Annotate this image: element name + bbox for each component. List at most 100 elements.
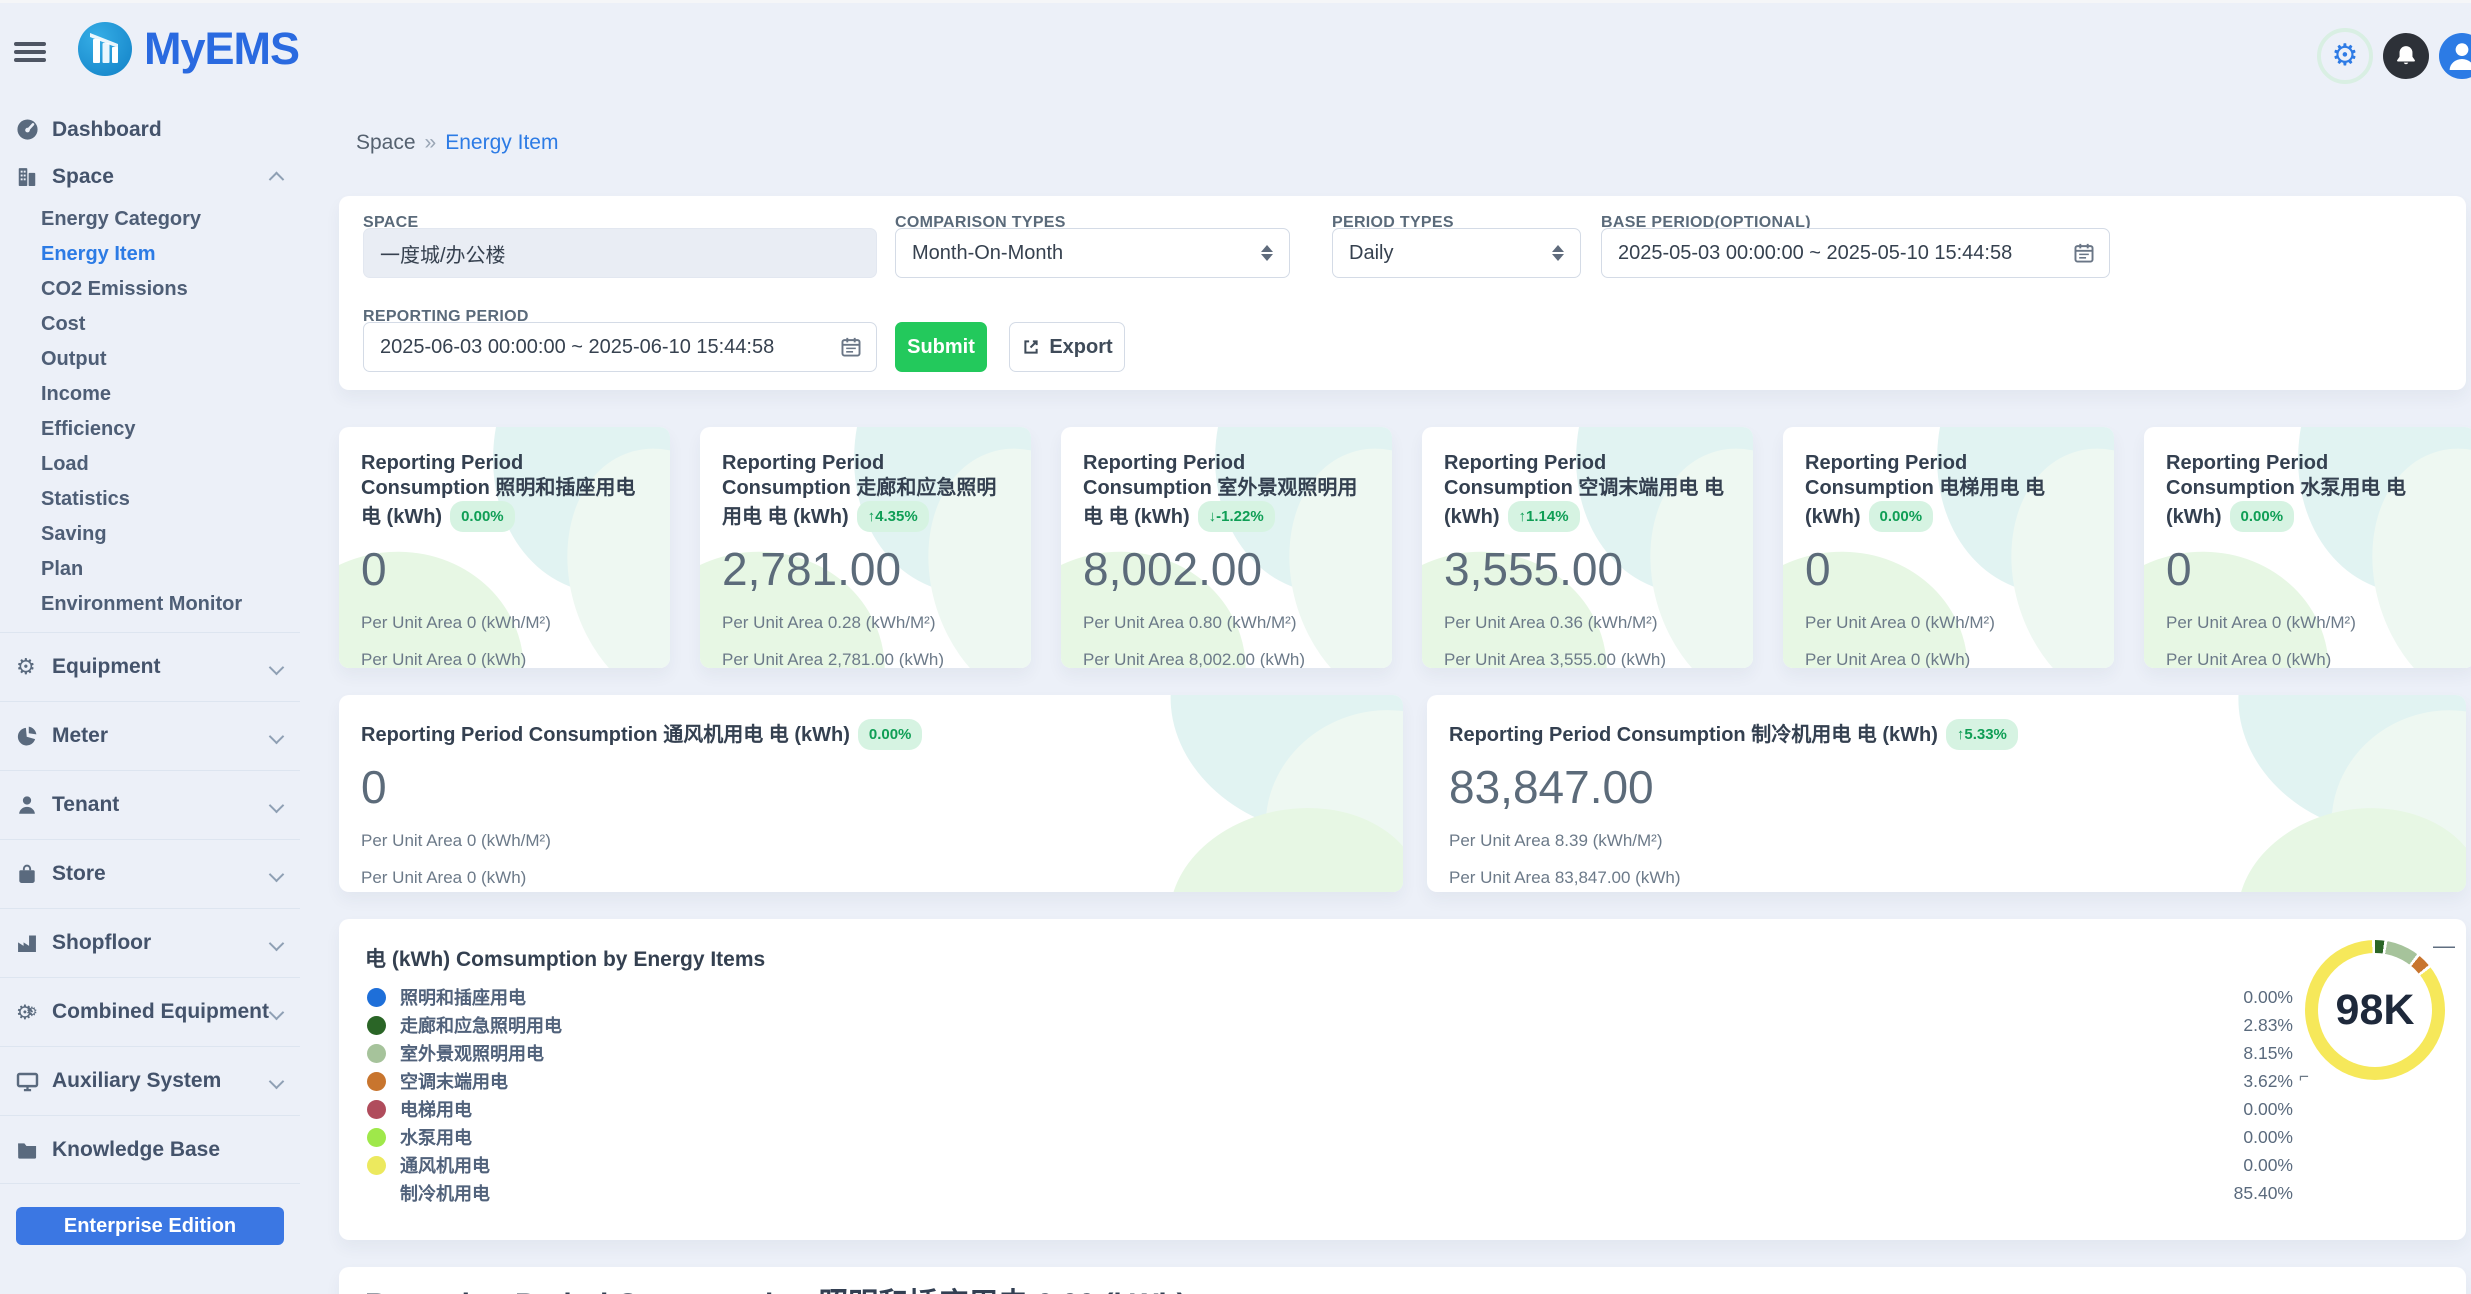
stat-card: Reporting Period Consumption 照明和插座用电 电 (…	[339, 427, 670, 668]
per-unit-area-m2: Per Unit Area 0 (kWh/M²)	[361, 613, 648, 633]
legend-item[interactable]: 室外景观照明用电	[367, 1039, 562, 1067]
per-unit-area-kwh: Per Unit Area 2,781.00 (kWh)	[722, 650, 1009, 668]
chevron-down-icon	[269, 935, 285, 951]
reporting-period-value: 2025-06-03 00:00:00 ~ 2025-06-10 15:44:5…	[380, 336, 840, 359]
trend-badge: ↑1.14%	[1508, 501, 1580, 532]
gear-icon: ⚙	[16, 655, 52, 680]
legend-item[interactable]: 制冷机用电	[367, 1179, 562, 1207]
per-unit-area-kwh: Per Unit Area 83,847.00 (kWh)	[1449, 868, 2444, 888]
percent-value: 2.83%	[2193, 1011, 2293, 1039]
notifications-button[interactable]	[2383, 33, 2429, 79]
sidebar-item-knowledge-base[interactable]: Knowledge Base	[0, 1115, 300, 1184]
sidebar-item-output[interactable]: Output	[0, 342, 300, 377]
sidebar-item-income[interactable]: Income	[0, 377, 300, 412]
stat-card-title: Reporting Period Consumption 制冷机用电 电 (kW…	[1449, 719, 2444, 750]
chart-percentages: 0.00% 2.83% 8.15% 3.62% 0.00% 0.00% 0.00…	[2193, 983, 2293, 1207]
sidebar-item-shopfloor[interactable]: Shopfloor	[0, 908, 300, 977]
sidebar-item-efficiency[interactable]: Efficiency	[0, 412, 300, 447]
hamburger-menu-icon[interactable]	[14, 42, 48, 66]
stat-card-value: 3,555.00	[1444, 542, 1731, 596]
donut-chart[interactable]: 98K	[2305, 940, 2445, 1080]
per-unit-area-m2: Per Unit Area 0.36 (kWh/M²)	[1444, 613, 1731, 633]
bell-icon	[2394, 44, 2418, 68]
export-button[interactable]: Export	[1009, 322, 1125, 372]
sidebar-item-space[interactable]: Space	[0, 153, 300, 200]
period-types-select[interactable]: Daily	[1332, 228, 1581, 278]
per-unit-area-kwh: Per Unit Area 0 (kWh)	[361, 650, 648, 668]
monitor-icon	[16, 1070, 52, 1093]
percent-value: 8.15%	[2193, 1039, 2293, 1067]
calendar-icon	[2073, 242, 2095, 264]
myems-logo-icon	[78, 22, 132, 76]
stat-card-value: 0	[2166, 542, 2453, 596]
trend-badge: 0.00%	[1869, 501, 1934, 532]
sidebar-item-energy-category[interactable]: Energy Category	[0, 202, 300, 237]
navbar-actions: ⚙	[2317, 28, 2471, 84]
stat-card-title: Reporting Period Consumption 水泵用电 电 (kWh…	[2166, 451, 2453, 532]
building-icon	[16, 166, 52, 188]
chevron-down-icon	[269, 1073, 285, 1089]
user-icon	[16, 794, 52, 816]
sidebar-item-environment-monitor[interactable]: Environment Monitor	[0, 587, 300, 622]
sidebar-item-label: Space	[52, 165, 271, 189]
stat-card-value: 8,002.00	[1083, 542, 1370, 596]
detail-section-card: Reporting Period Consumption 照明和插座用电 0.0…	[339, 1267, 2466, 1294]
percent-value: 0.00%	[2193, 1151, 2293, 1179]
sidebar-item-label: Dashboard	[52, 118, 282, 142]
per-unit-area-m2: Per Unit Area 0 (kWh/M²)	[1805, 613, 2092, 633]
legend-dot-icon	[367, 1100, 386, 1119]
legend-item[interactable]: 照明和插座用电	[367, 983, 562, 1011]
percent-value: 0.00%	[2193, 983, 2293, 1011]
sidebar-item-co2-emissions[interactable]: CO2 Emissions	[0, 272, 300, 307]
submit-button[interactable]: Submit	[895, 322, 987, 372]
percent-value: 3.62%	[2193, 1067, 2293, 1095]
space-input[interactable]	[363, 228, 877, 278]
sidebar-item-statistics[interactable]: Statistics	[0, 482, 300, 517]
comparison-types-select[interactable]: Month-On-Month	[895, 228, 1290, 278]
stat-card-title: Reporting Period Consumption 电梯用电 电 (kWh…	[1805, 451, 2092, 532]
sidebar-item-energy-item[interactable]: Energy Item	[0, 237, 300, 272]
legend-item[interactable]: 水泵用电	[367, 1123, 562, 1151]
settings-button[interactable]: ⚙	[2317, 28, 2373, 84]
sidebar-item-tenant[interactable]: Tenant	[0, 770, 300, 839]
base-period-input[interactable]: 2025-05-03 00:00:00 ~ 2025-05-10 15:44:5…	[1601, 228, 2110, 278]
sidebar-item-equipment[interactable]: ⚙ Equipment	[0, 632, 300, 701]
sidebar-item-meter[interactable]: Meter	[0, 701, 300, 770]
breadcrumb-current[interactable]: Energy Item	[445, 131, 558, 155]
stat-card-title: Reporting Period Consumption 空调末端用电 电 (k…	[1444, 451, 1731, 532]
user-icon	[2445, 39, 2471, 73]
chart-legend: 照明和插座用电 走廊和应急照明用电 室外景观照明用电 空调末端用电 电梯用电 水…	[367, 983, 562, 1207]
brand-logo[interactable]: MyEMS	[78, 22, 299, 76]
trend-badge: ↑5.33%	[1946, 719, 2018, 750]
enterprise-edition-button[interactable]: Enterprise Edition	[16, 1207, 284, 1245]
legend-dot-icon	[367, 1128, 386, 1147]
reporting-period-input[interactable]: 2025-06-03 00:00:00 ~ 2025-06-10 15:44:5…	[363, 322, 877, 372]
sidebar-item-load[interactable]: Load	[0, 447, 300, 482]
legend-item[interactable]: 电梯用电	[367, 1095, 562, 1123]
chevron-down-icon	[269, 797, 285, 813]
per-unit-area-kwh: Per Unit Area 3,555.00 (kWh)	[1444, 650, 1731, 668]
stat-card: Reporting Period Consumption 制冷机用电 电 (kW…	[1427, 695, 2466, 892]
legend-item[interactable]: 通风机用电	[367, 1151, 562, 1179]
pie-chart-icon	[16, 725, 52, 747]
stat-card-title: Reporting Period Consumption 通风机用电 电 (kW…	[361, 719, 1381, 750]
sidebar-item-combined-equipment[interactable]: ⚙⚙ Combined Equipment	[0, 977, 300, 1046]
sidebar-item-auxiliary-system[interactable]: Auxiliary System	[0, 1046, 300, 1115]
comparison-types-value: Month-On-Month	[912, 242, 1261, 265]
sidebar-item-saving[interactable]: Saving	[0, 517, 300, 552]
sidebar-item-plan[interactable]: Plan	[0, 552, 300, 587]
legend-item[interactable]: 空调末端用电	[367, 1067, 562, 1095]
sidebar-item-dashboard[interactable]: Dashboard	[0, 106, 300, 153]
per-unit-area-kwh: Per Unit Area 0 (kWh)	[2166, 650, 2453, 668]
per-unit-area-m2: Per Unit Area 8.39 (kWh/M²)	[1449, 831, 2444, 851]
sidebar-item-store[interactable]: Store	[0, 839, 300, 908]
stat-card-title: Reporting Period Consumption 照明和插座用电 电 (…	[361, 451, 648, 532]
breadcrumb-separator: »	[425, 131, 437, 155]
trend-badge: ↑4.35%	[857, 501, 929, 532]
avatar[interactable]	[2439, 33, 2471, 79]
legend-item[interactable]: 走廊和应急照明用电	[367, 1011, 562, 1039]
brand-name: MyEMS	[144, 23, 299, 75]
sort-arrows-icon	[1261, 245, 1273, 261]
breadcrumb-parent: Space	[356, 131, 416, 155]
sidebar-item-cost[interactable]: Cost	[0, 307, 300, 342]
